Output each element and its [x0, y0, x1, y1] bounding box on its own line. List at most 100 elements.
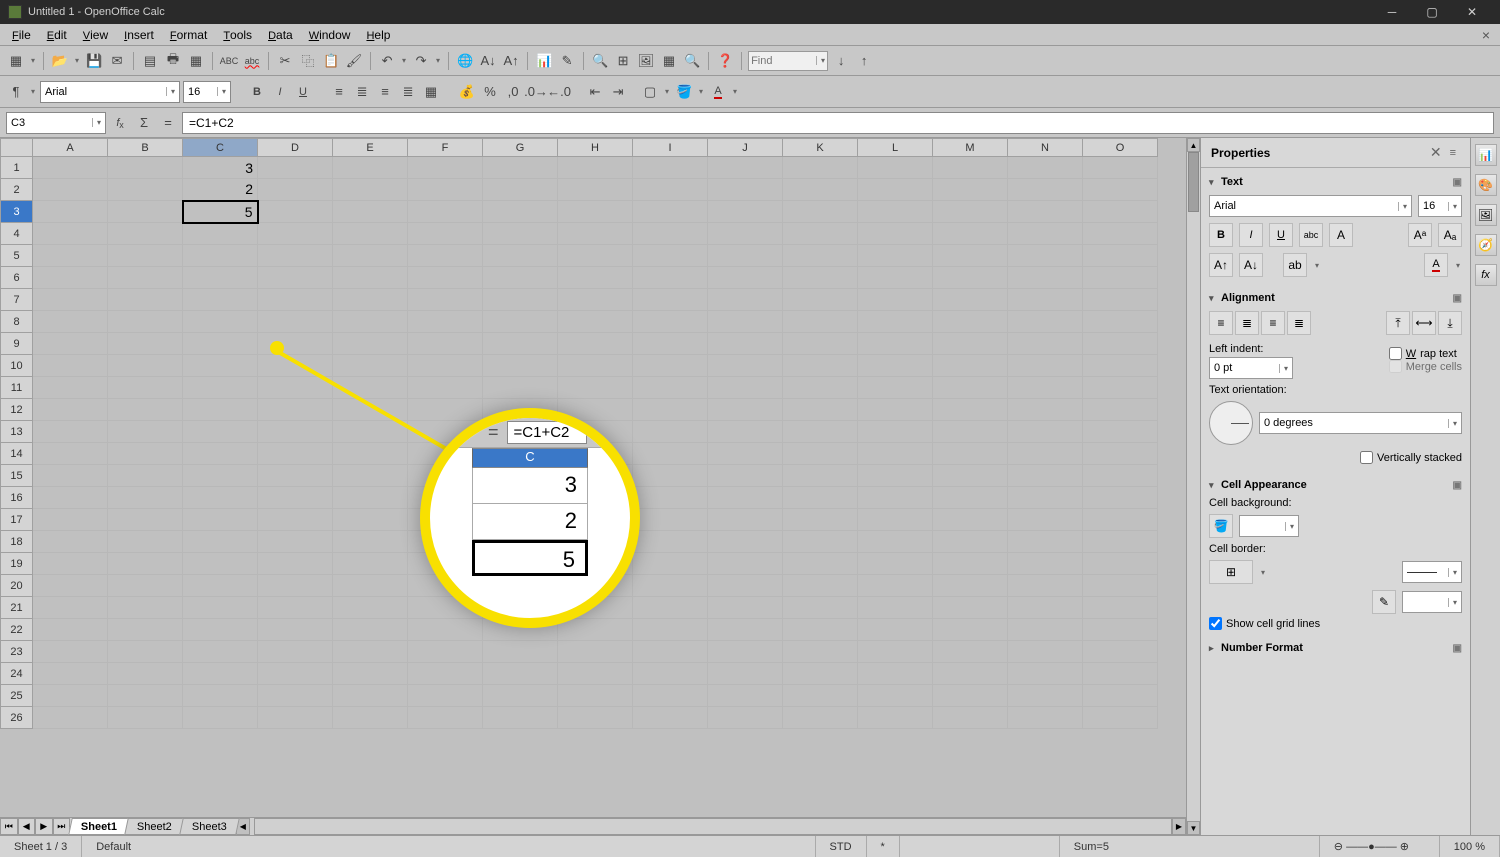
- cell-N23[interactable]: [1008, 641, 1083, 663]
- cell-J5[interactable]: [708, 245, 783, 267]
- cell-E8[interactable]: [333, 311, 408, 333]
- cell-J18[interactable]: [708, 531, 783, 553]
- close-button[interactable]: ✕: [1452, 0, 1492, 24]
- cell-E23[interactable]: [333, 641, 408, 663]
- col-header-J[interactable]: J: [708, 139, 783, 157]
- cell-O15[interactable]: [1083, 465, 1158, 487]
- email-icon[interactable]: ✉: [107, 51, 127, 71]
- border-preset-icon[interactable]: ⊞: [1209, 560, 1253, 584]
- cell-N14[interactable]: [1008, 443, 1083, 465]
- cell-C9[interactable]: [183, 333, 258, 355]
- cell-M22[interactable]: [933, 619, 1008, 641]
- cell-F1[interactable]: [408, 157, 483, 179]
- cell-L4[interactable]: [858, 223, 933, 245]
- cell-C22[interactable]: [183, 619, 258, 641]
- cell-K6[interactable]: [783, 267, 858, 289]
- cell-O4[interactable]: [1083, 223, 1158, 245]
- row-header-11[interactable]: 11: [1, 377, 33, 399]
- cell-L22[interactable]: [858, 619, 933, 641]
- cell-J9[interactable]: [708, 333, 783, 355]
- col-header-N[interactable]: N: [1008, 139, 1083, 157]
- cell-M6[interactable]: [933, 267, 1008, 289]
- cell-O7[interactable]: [1083, 289, 1158, 311]
- cell-I15[interactable]: [633, 465, 708, 487]
- increase-indent-icon[interactable]: ⇥: [608, 82, 628, 102]
- cell-G26[interactable]: [483, 707, 558, 729]
- cell-A13[interactable]: [33, 421, 108, 443]
- cell-C10[interactable]: [183, 355, 258, 377]
- section-appearance-header[interactable]: ▾ Cell Appearance ▣: [1209, 475, 1462, 495]
- cell-I7[interactable]: [633, 289, 708, 311]
- cell-C20[interactable]: [183, 575, 258, 597]
- cell-J15[interactable]: [708, 465, 783, 487]
- cell-O10[interactable]: [1083, 355, 1158, 377]
- cell-N3[interactable]: [1008, 201, 1083, 223]
- cell-A19[interactable]: [33, 553, 108, 575]
- find-replace-icon[interactable]: 🔍: [590, 51, 610, 71]
- cell-I17[interactable]: [633, 509, 708, 531]
- cell-M18[interactable]: [933, 531, 1008, 553]
- cell-L25[interactable]: [858, 685, 933, 707]
- cell-N17[interactable]: [1008, 509, 1083, 531]
- cell-G2[interactable]: [483, 179, 558, 201]
- cell-N7[interactable]: [1008, 289, 1083, 311]
- cell-A16[interactable]: [33, 487, 108, 509]
- row-header-23[interactable]: 23: [1, 641, 33, 663]
- left-indent-spinner[interactable]: 0 pt ▾: [1209, 357, 1293, 379]
- cell-B5[interactable]: [108, 245, 183, 267]
- row-header-7[interactable]: 7: [1, 289, 33, 311]
- border-color-combo[interactable]: ▾: [1402, 591, 1462, 613]
- styles-icon[interactable]: ¶: [6, 82, 26, 102]
- cell-K24[interactable]: [783, 663, 858, 685]
- sheet-last-icon[interactable]: ⏭: [53, 818, 71, 835]
- cell-N9[interactable]: [1008, 333, 1083, 355]
- cell-B8[interactable]: [108, 311, 183, 333]
- cell-B21[interactable]: [108, 597, 183, 619]
- cell-O9[interactable]: [1083, 333, 1158, 355]
- export-pdf-icon[interactable]: ▤: [140, 51, 160, 71]
- menu-window[interactable]: Window: [301, 26, 359, 44]
- vscroll-down-icon[interactable]: ▼: [1187, 821, 1200, 835]
- properties-close-icon[interactable]: ✕: [1426, 144, 1446, 161]
- cell-A24[interactable]: [33, 663, 108, 685]
- side-navigator-icon[interactable]: 🧭: [1475, 234, 1497, 256]
- datasources-icon[interactable]: ▦: [659, 51, 679, 71]
- paste-icon[interactable]: 📋: [321, 51, 341, 71]
- cell-B15[interactable]: [108, 465, 183, 487]
- cell-I13[interactable]: [633, 421, 708, 443]
- cell-A6[interactable]: [33, 267, 108, 289]
- cell-O1[interactable]: [1083, 157, 1158, 179]
- cell-J23[interactable]: [708, 641, 783, 663]
- cell-L19[interactable]: [858, 553, 933, 575]
- cell-F8[interactable]: [408, 311, 483, 333]
- cell-K4[interactable]: [783, 223, 858, 245]
- cell-A11[interactable]: [33, 377, 108, 399]
- row-header-14[interactable]: 14: [1, 443, 33, 465]
- cell-C15[interactable]: [183, 465, 258, 487]
- cell-D6[interactable]: [258, 267, 333, 289]
- cell-C26[interactable]: [183, 707, 258, 729]
- font-name-combo[interactable]: Arial ▾: [40, 81, 180, 103]
- cell-F2[interactable]: [408, 179, 483, 201]
- cell-D12[interactable]: [258, 399, 333, 421]
- cell-J21[interactable]: [708, 597, 783, 619]
- align-right-icon[interactable]: ≡: [375, 82, 395, 102]
- cell-E5[interactable]: [333, 245, 408, 267]
- cell-F3[interactable]: [408, 201, 483, 223]
- cell-G7[interactable]: [483, 289, 558, 311]
- cell-K2[interactable]: [783, 179, 858, 201]
- props-valign-bottom-icon[interactable]: ⤓: [1438, 311, 1462, 335]
- cell-A18[interactable]: [33, 531, 108, 553]
- props-align-justify-icon[interactable]: ≣: [1287, 311, 1311, 335]
- sort-desc-icon[interactable]: A↑: [501, 51, 521, 71]
- cell-F26[interactable]: [408, 707, 483, 729]
- cell-L15[interactable]: [858, 465, 933, 487]
- cell-I23[interactable]: [633, 641, 708, 663]
- cell-J4[interactable]: [708, 223, 783, 245]
- cell-E9[interactable]: [333, 333, 408, 355]
- cut-icon[interactable]: ✂: [275, 51, 295, 71]
- menu-view[interactable]: View: [75, 26, 116, 44]
- cell-M25[interactable]: [933, 685, 1008, 707]
- cell-A20[interactable]: [33, 575, 108, 597]
- cell-A25[interactable]: [33, 685, 108, 707]
